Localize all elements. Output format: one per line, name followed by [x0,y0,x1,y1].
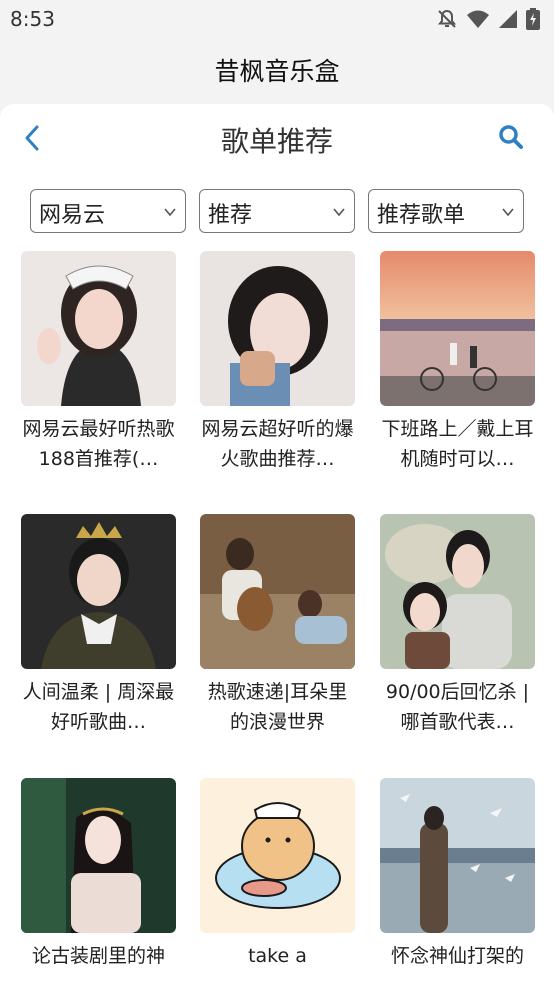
playlist-cover [380,251,535,406]
playlist-card[interactable]: take a [200,778,355,971]
type-select[interactable]: 推荐歌单 [368,189,524,233]
wifi-icon [466,9,490,33]
playlist-cover [200,514,355,669]
playlist-card[interactable]: 下班路上／戴上耳机随时可以… [380,251,535,474]
status-time: 8:53 [10,7,55,31]
playlist-card[interactable]: 热歌速递|耳朵里的浪漫世界 [200,514,355,737]
source-select[interactable]: 网易云 [30,189,186,233]
playlist-content: 网易云 推荐 推荐歌单 网易云最好听热歌188首推荐(… 网易云超好听的爆火歌曲… [0,172,554,984]
playlist-title: 下班路上／戴上耳机随时可以… [381,418,534,470]
search-icon[interactable] [498,124,524,150]
chevron-down-icon [332,204,346,218]
chevron-down-icon [501,204,515,218]
playlist-title: 人间温柔 | 周深最好听歌曲… [22,681,175,733]
page-header: 歌单推荐 [0,104,554,172]
page-title: 歌单推荐 [220,125,333,158]
notifications-off-icon [436,8,458,34]
playlist-title: take a [248,945,307,967]
playlist-title: 90/00后回忆杀 | 哪首歌代表… [385,681,530,733]
playlist-cover [21,251,176,406]
playlist-cover [21,778,176,933]
playlist-cover [21,514,176,669]
playlist-cover [200,251,355,406]
status-icons [436,8,540,34]
chevron-down-icon [163,204,177,218]
cellular-signal-icon [498,9,518,33]
playlist-card[interactable]: 90/00后回忆杀 | 哪首歌代表… [380,514,535,737]
playlist-card[interactable]: 网易云超好听的爆火歌曲推荐… [200,251,355,474]
playlist-title: 网易云最好听热歌188首推荐(… [22,418,175,470]
playlist-card[interactable]: 网易云最好听热歌188首推荐(… [21,251,176,474]
playlist-card[interactable]: 人间温柔 | 周深最好听歌曲… [21,514,176,737]
app-title: 昔枫音乐盒 [214,57,340,86]
category-select[interactable]: 推荐 [199,189,355,233]
status-bar: 8:53 [0,0,554,38]
playlist-title: 怀念神仙打架的 [390,945,524,967]
type-select-value: 推荐歌单 [377,203,466,228]
playlist-title: 论古装剧里的神 [31,945,165,967]
playlist-title: 热歌速递|耳朵里的浪漫世界 [207,681,348,733]
playlist-cover [380,514,535,669]
playlist-card[interactable]: 论古装剧里的神 [21,778,176,971]
playlist-cover [200,778,355,933]
playlist-cover [380,778,535,933]
source-select-value: 网易云 [39,203,106,228]
battery-icon [526,8,540,34]
category-select-value: 推荐 [208,203,253,228]
playlist-title: 网易云超好听的爆火歌曲推荐… [201,418,354,470]
playlist-card[interactable]: 怀念神仙打架的 [380,778,535,971]
